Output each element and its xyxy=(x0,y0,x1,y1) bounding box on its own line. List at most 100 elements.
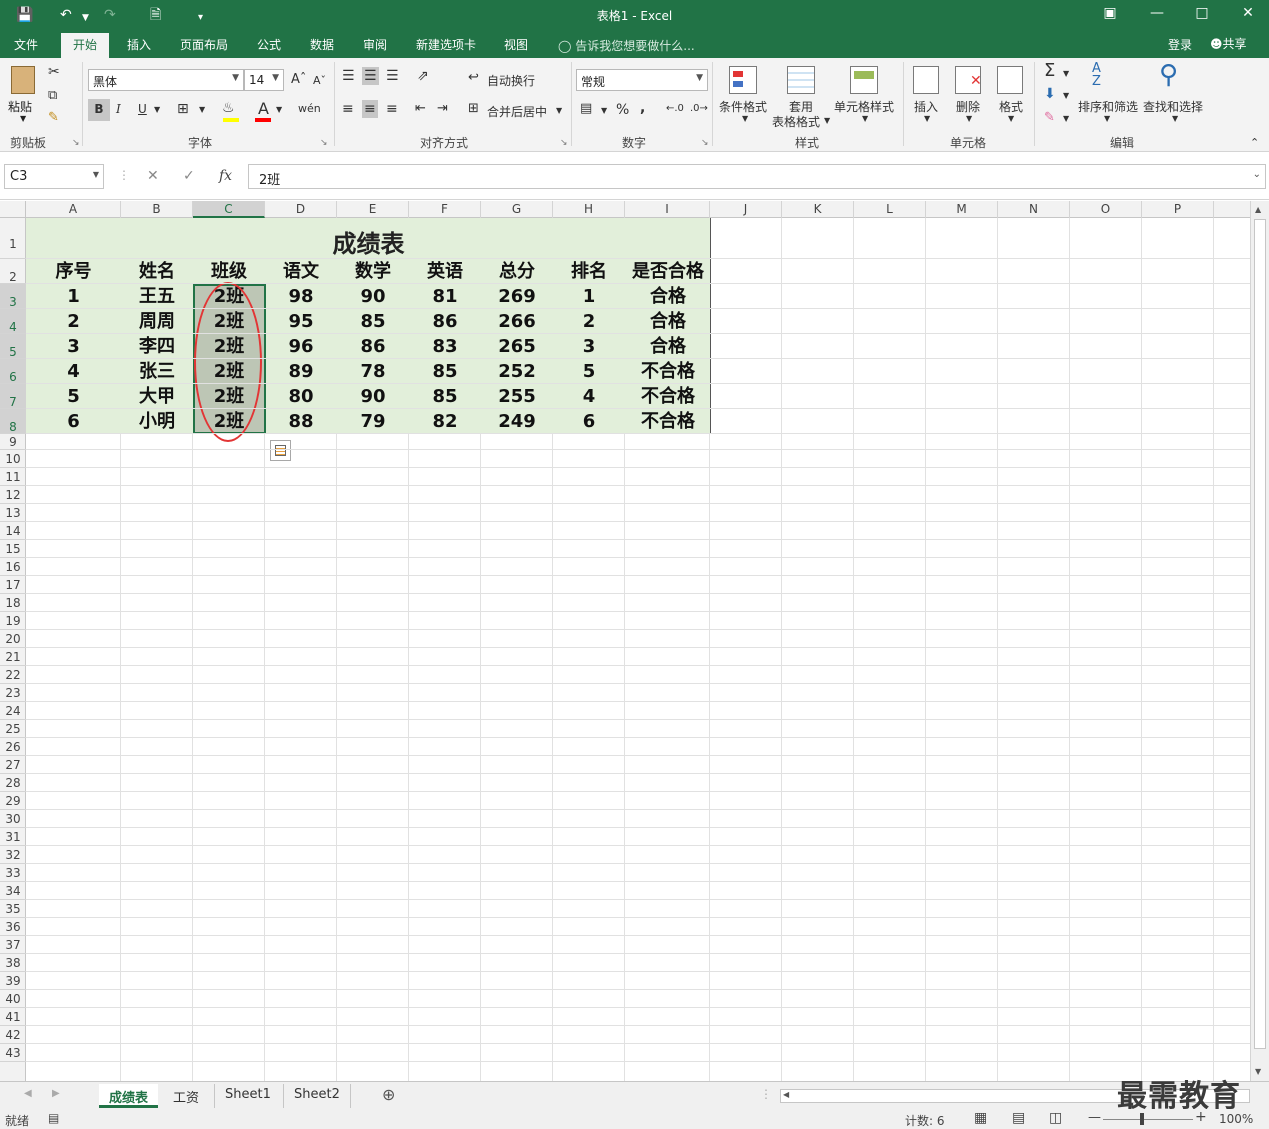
close-icon[interactable]: ✕ xyxy=(1233,5,1263,21)
page-layout-view-icon[interactable]: ▤ xyxy=(1012,1110,1025,1126)
font-grow-icon[interactable]: Aˆ xyxy=(291,72,306,87)
zoom-slider-thumb[interactable] xyxy=(1140,1113,1144,1125)
data-cell[interactable]: 96 xyxy=(265,334,337,359)
row-header[interactable]: 24 xyxy=(0,702,26,720)
scroll-thumb[interactable] xyxy=(1254,219,1266,1049)
data-cell[interactable]: 5 xyxy=(553,359,625,384)
column-header[interactable]: P xyxy=(1142,201,1214,218)
data-cell[interactable]: 6 xyxy=(553,409,625,434)
font-name-combo[interactable]: 黑体 ▼ xyxy=(88,69,244,91)
data-cell[interactable]: 3 xyxy=(26,334,121,359)
fill-color-icon[interactable]: ♨ xyxy=(222,100,235,116)
row-header[interactable]: 28 xyxy=(0,774,26,792)
border-dropdown-icon[interactable]: ▼ xyxy=(199,105,205,114)
worksheet-grid[interactable]: 成绩表 序号 姓名 班级 语文 数学 英语 总分 排名 是否合格 1 王五 2班 98 90 81 269 1 合… xyxy=(26,218,1250,1081)
header-cell[interactable]: 姓名 xyxy=(121,259,193,284)
vertical-scrollbar[interactable]: ▲ ▼ xyxy=(1250,201,1269,1081)
accounting-icon[interactable]: ▤ xyxy=(580,101,592,116)
align-right-icon[interactable]: ≡ xyxy=(386,101,398,117)
data-cell[interactable]: 85 xyxy=(409,359,481,384)
format-cells-button[interactable]: 格式 xyxy=(999,98,1023,115)
paste-button[interactable]: 粘贴 ▼ xyxy=(8,64,44,123)
column-header[interactable]: F xyxy=(409,201,481,218)
formula-input[interactable]: 2班 ⌄ xyxy=(248,164,1266,189)
tab-new[interactable]: 新建选项卡 xyxy=(416,36,476,53)
column-header[interactable]: H xyxy=(553,201,625,218)
data-cell[interactable]: 4 xyxy=(553,384,625,409)
data-cell[interactable]: 3 xyxy=(553,334,625,359)
header-cell[interactable]: 语文 xyxy=(265,259,337,284)
maximize-icon[interactable]: □ xyxy=(1187,5,1217,21)
wrap-text-button[interactable]: 自动换行 xyxy=(487,72,535,89)
border-icon[interactable]: ⊞ xyxy=(177,101,189,117)
data-cell[interactable]: 5 xyxy=(26,384,121,409)
row-header[interactable]: 25 xyxy=(0,720,26,738)
font-shrink-icon[interactable]: Aˇ xyxy=(313,74,326,87)
data-cell[interactable]: 不合格 xyxy=(625,359,711,384)
tab-view[interactable]: 视图 xyxy=(504,36,528,53)
column-header[interactable]: A xyxy=(26,201,121,218)
align-top-icon[interactable]: ☰ xyxy=(342,68,355,84)
data-cell[interactable]: 90 xyxy=(337,384,409,409)
row-header[interactable]: 3 xyxy=(0,284,26,309)
delete-cells-icon[interactable]: ✕ xyxy=(955,66,982,94)
number-format-combo[interactable]: 常规 ▼ xyxy=(576,69,708,91)
accounting-dropdown-icon[interactable]: ▼ xyxy=(601,106,607,115)
data-cell[interactable]: 不合格 xyxy=(625,384,711,409)
data-cell[interactable]: 86 xyxy=(409,309,481,334)
row-header[interactable]: 31 xyxy=(0,828,26,846)
data-cell[interactable]: 252 xyxy=(481,359,553,384)
row-header[interactable]: 43 xyxy=(0,1044,26,1062)
find-icon[interactable]: ⚲ xyxy=(1159,60,1178,90)
launcher-icon[interactable]: ↘ xyxy=(320,138,328,148)
page-break-view-icon[interactable]: ◫ xyxy=(1049,1110,1062,1126)
sheet-tab-sheet1[interactable]: Sheet1 xyxy=(214,1084,281,1108)
zoom-in-icon[interactable]: + xyxy=(1195,1109,1207,1125)
header-cell[interactable]: 英语 xyxy=(409,259,481,284)
expand-formula-icon[interactable]: ⌄ xyxy=(1253,169,1261,180)
bold-button[interactable]: B xyxy=(88,99,110,121)
clear-dropdown-icon[interactable]: ▼ xyxy=(1063,114,1069,123)
sort-filter-button[interactable]: 排序和筛选 xyxy=(1078,98,1138,115)
prev-sheet-icon[interactable]: ◀ xyxy=(24,1088,32,1099)
data-cell[interactable]: 合格 xyxy=(625,334,711,359)
data-cell[interactable]: 265 xyxy=(481,334,553,359)
launcher-icon[interactable]: ↘ xyxy=(560,138,568,148)
collapse-ribbon-icon[interactable]: ⌃ xyxy=(1250,136,1259,149)
zoom-out-icon[interactable]: — xyxy=(1088,1110,1101,1125)
merge-icon[interactable]: ⊞ xyxy=(468,101,479,116)
row-header[interactable]: 5 xyxy=(0,334,26,359)
data-cell[interactable]: 85 xyxy=(337,309,409,334)
align-middle-icon[interactable]: ☰ xyxy=(362,67,379,85)
sheet-tab-salary[interactable]: 工资 xyxy=(163,1084,209,1108)
scroll-down-icon[interactable]: ▼ xyxy=(1255,1067,1261,1076)
row-header[interactable]: 21 xyxy=(0,648,26,666)
fill-icon[interactable]: ⬇ xyxy=(1044,86,1056,102)
format-painter-icon[interactable]: ✎ xyxy=(48,110,59,125)
header-cell[interactable]: 序号 xyxy=(26,259,121,284)
data-cell[interactable]: 95 xyxy=(265,309,337,334)
column-header[interactable]: K xyxy=(782,201,854,218)
select-all-corner[interactable] xyxy=(0,201,26,218)
tell-me-search[interactable]: ◯ 告诉我您想要做什么... xyxy=(558,37,695,54)
data-cell[interactable]: 小明 xyxy=(121,409,193,434)
data-cell[interactable]: 合格 xyxy=(625,309,711,334)
minimize-icon[interactable]: — xyxy=(1142,5,1172,21)
font-color-dropdown-icon[interactable]: ▼ xyxy=(276,105,282,114)
data-cell[interactable]: 90 xyxy=(337,284,409,309)
row-header[interactable]: 34 xyxy=(0,882,26,900)
row-header[interactable]: 2 xyxy=(0,259,26,284)
add-sheet-icon[interactable]: ⊕ xyxy=(382,1085,395,1104)
column-header[interactable]: M xyxy=(926,201,998,218)
row-header[interactable]: 11 xyxy=(0,468,26,486)
quick-analysis-icon[interactable] xyxy=(270,440,291,461)
autosum-dropdown-icon[interactable]: ▼ xyxy=(1063,69,1069,78)
row-header[interactable]: 9 xyxy=(0,434,26,450)
italic-button[interactable]: I xyxy=(116,102,121,116)
row-header[interactable]: 15 xyxy=(0,540,26,558)
row-header[interactable]: 23 xyxy=(0,684,26,702)
zoom-slider[interactable] xyxy=(1103,1119,1193,1120)
row-header[interactable]: 13 xyxy=(0,504,26,522)
data-cell[interactable]: 83 xyxy=(409,334,481,359)
font-color-icon[interactable]: A xyxy=(258,99,269,118)
